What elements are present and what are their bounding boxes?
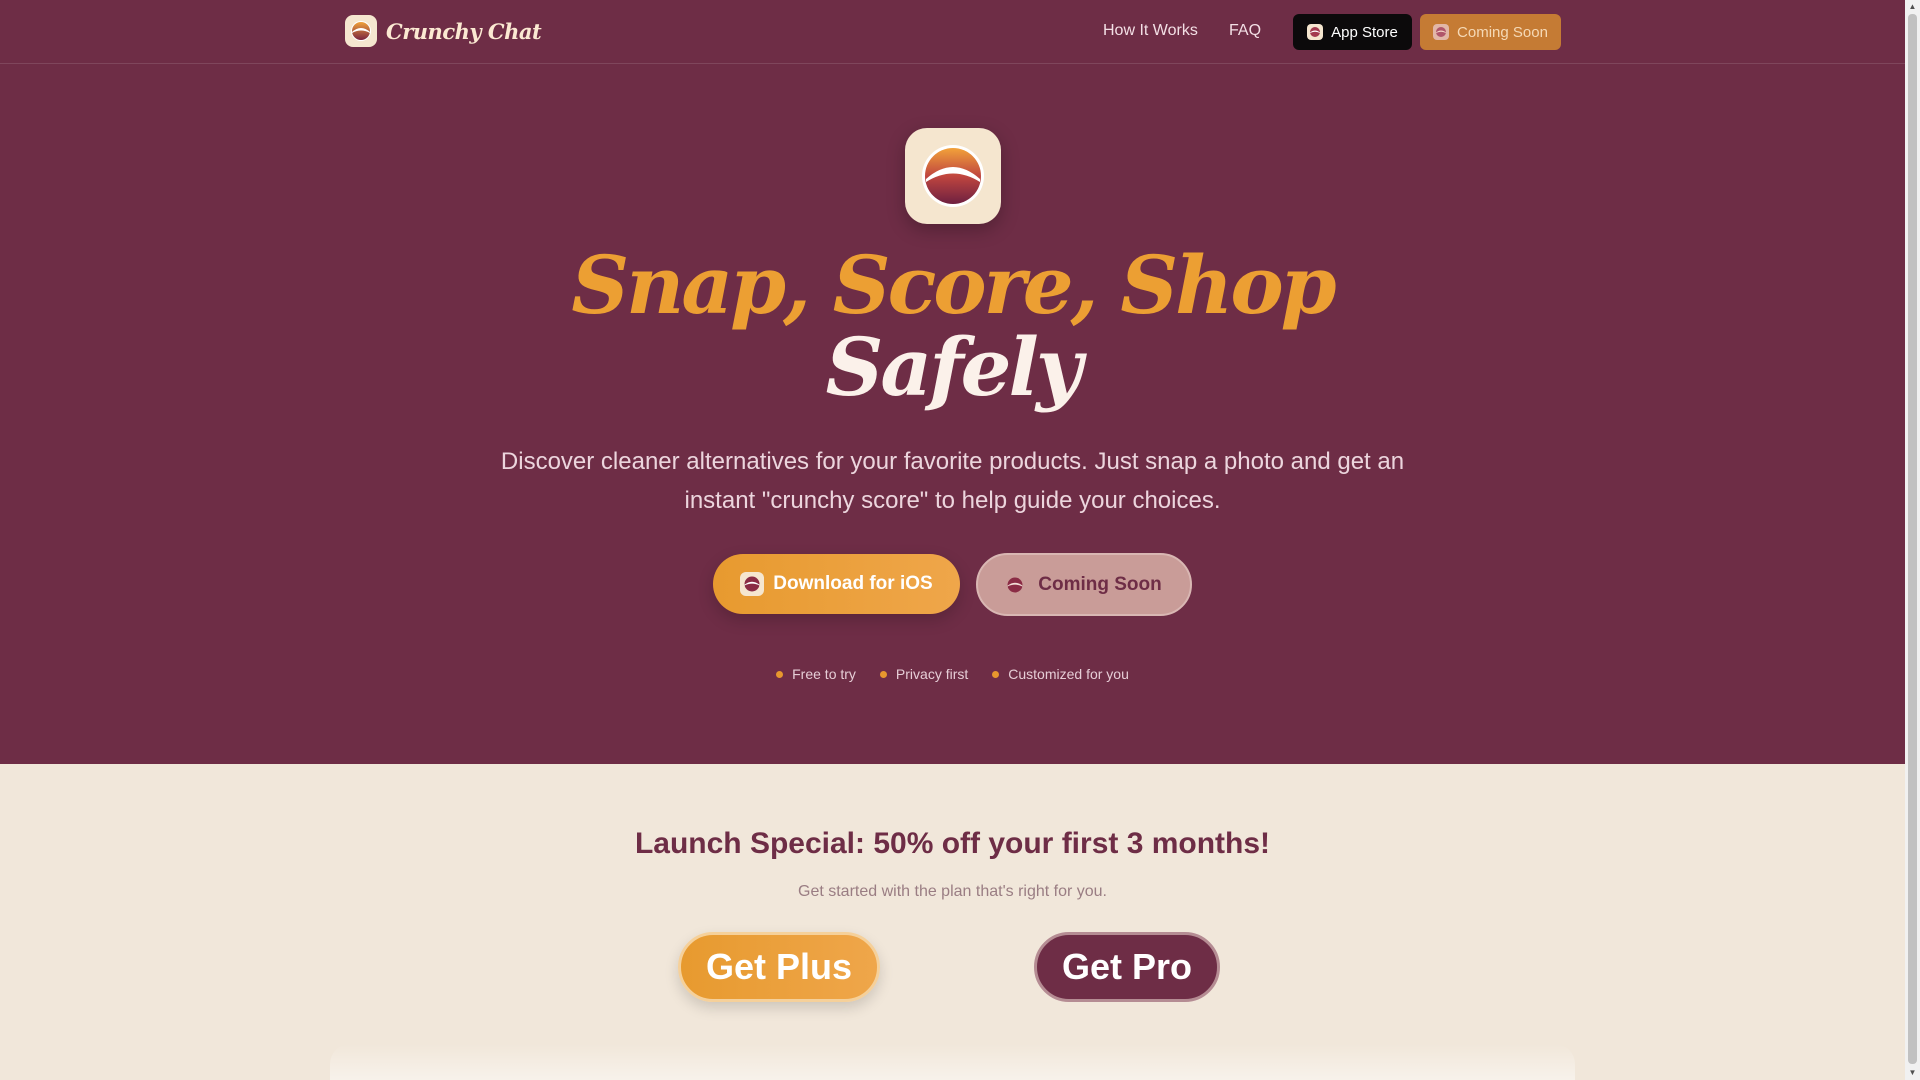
coming-soon-nav-label: Coming Soon (1457, 23, 1548, 41)
feature-item: Customized for you (992, 666, 1129, 682)
hero-subtitle: Discover cleaner alternatives for your f… (500, 448, 1405, 514)
crunchy-logo-icon (345, 15, 377, 47)
hero-headline-line1: Snap, Score, Shop (571, 238, 1336, 332)
coming-soon-label: Coming Soon (1038, 573, 1162, 595)
app-store-button[interactable]: App Store (1293, 14, 1412, 50)
crunchy-logo-icon (1307, 24, 1324, 40)
top-navbar: Crunchy Chat How It Works FAQ App Store … (0, 0, 1905, 64)
crunchy-logo-icon (740, 572, 765, 596)
get-plus-button[interactable]: Get Plus (678, 932, 880, 1002)
nav-link-how-it-works[interactable]: How It Works (1103, 22, 1198, 40)
coming-soon-button[interactable]: Coming Soon (976, 553, 1192, 616)
hero-section: Crunchy Chat How It Works FAQ App Store … (0, 0, 1905, 764)
feature-label: Privacy first (895, 666, 969, 682)
app-icon (905, 128, 1001, 224)
scroll-up-icon[interactable]: ▲ (1905, 0, 1920, 14)
bullet-dot-icon (879, 670, 887, 678)
feature-label: Customized for you (1008, 666, 1129, 682)
nav-link-faq[interactable]: FAQ (1229, 22, 1261, 40)
feature-label: Free to try (792, 666, 856, 682)
scroll-down-icon[interactable]: ▼ (1905, 1066, 1920, 1080)
feature-list: Free to try Privacy first Customized for… (0, 666, 1905, 682)
crunchy-logo-icon (1433, 24, 1450, 40)
bullet-dot-icon (992, 670, 1000, 678)
download-ios-button[interactable]: Download for iOS (713, 554, 960, 614)
get-pro-button[interactable]: Get Pro (1034, 932, 1220, 1002)
pricing-subheading: Get started with the plan that's right f… (798, 883, 1107, 900)
feature-item: Privacy first (879, 666, 969, 682)
download-ios-label: Download for iOS (773, 573, 933, 594)
pricing-card-top (330, 1044, 1575, 1080)
brand-name: Crunchy Chat (386, 18, 542, 44)
vertical-scrollbar[interactable]: ▲ ▼ (1905, 0, 1920, 1080)
launch-special-heading: Launch Special: 50% off your first 3 mon… (634, 827, 1271, 860)
scrollbar-thumb[interactable] (1908, 14, 1917, 1064)
brand-logo[interactable]: Crunchy Chat (345, 15, 542, 47)
coming-soon-nav-button[interactable]: Coming Soon (1420, 14, 1561, 50)
crunchy-logo-icon (1007, 577, 1023, 592)
feature-item: Free to try (776, 666, 856, 682)
app-store-label: App Store (1331, 23, 1398, 41)
bullet-dot-icon (776, 670, 784, 678)
hero-headline-line2: Safely (825, 320, 1083, 414)
pricing-section: Launch Special: 50% off your first 3 mon… (0, 764, 1905, 1080)
